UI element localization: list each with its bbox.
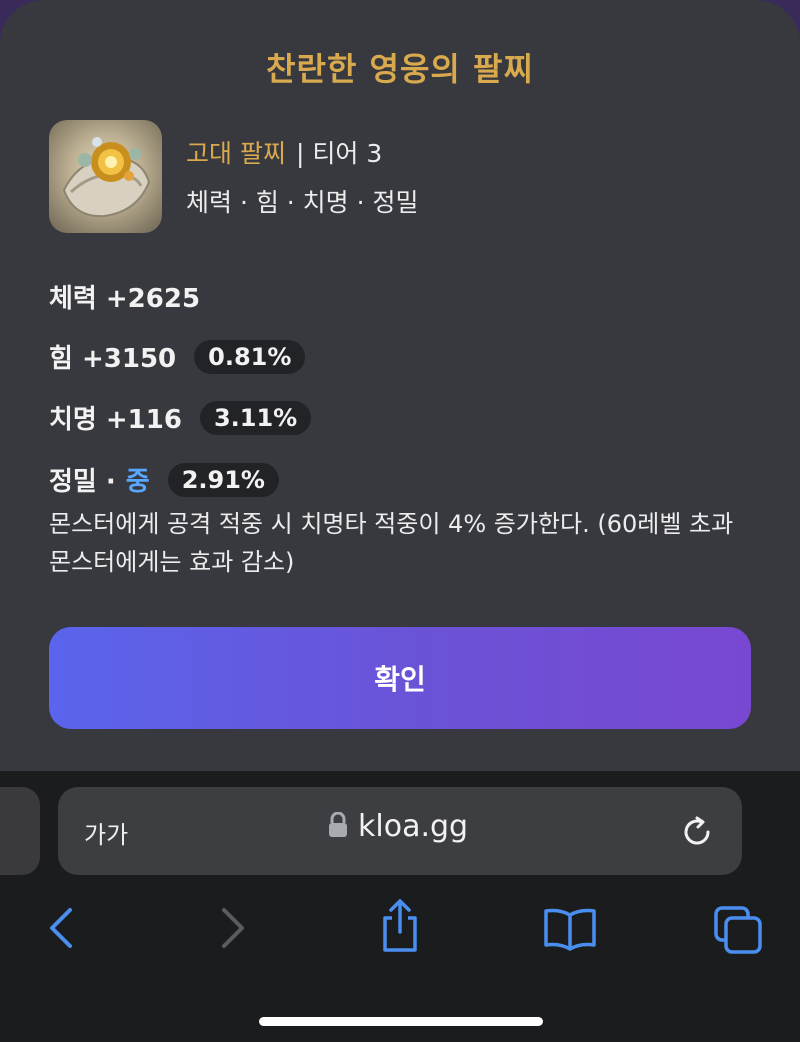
effect-description: 몬스터에게 공격 적중 시 치명타 적중이 4% 증가한다. (60레벨 초과 … — [49, 510, 734, 576]
stat-level: 중 — [125, 467, 150, 497]
lock-icon — [328, 811, 348, 842]
stat-line-precision: 정밀 · 중 2.91% — [49, 461, 279, 498]
previous-tab-preview[interactable] — [0, 787, 40, 875]
stat-label: 체력 +2625 — [49, 284, 201, 314]
url-display[interactable]: kloa.gg — [328, 809, 468, 844]
text-size-button[interactable]: 가가 — [84, 815, 128, 850]
stat-label: 정밀 · — [49, 467, 116, 497]
item-stat-summary: 체력 · 힘 · 치명 · 정밀 — [186, 188, 419, 217]
stat-line-vitality: 체력 +2625 — [49, 278, 200, 315]
tabs-icon[interactable] — [712, 904, 764, 960]
bookmarks-icon[interactable] — [542, 907, 598, 955]
confirm-button[interactable]: 확인 — [49, 627, 751, 729]
bracelet-item-icon — [49, 120, 162, 233]
back-icon[interactable] — [44, 904, 76, 956]
address-bar[interactable]: 가가 kloa.gg — [58, 787, 742, 875]
home-indicator — [259, 1017, 543, 1026]
stat-percent-badge: 2.91% — [167, 462, 279, 497]
stat-label: 힘 +3150 — [49, 344, 177, 374]
item-tier: | 티어 3 — [296, 139, 383, 168]
stat-line-strength: 힘 +3150 0.81% — [49, 338, 306, 375]
stat-percent-badge: 3.11% — [199, 400, 312, 435]
forward-icon[interactable] — [218, 904, 250, 956]
modal-title: 찬란한 영웅의 팔찌 — [266, 50, 534, 88]
item-grade: 고대 팔찌 — [186, 139, 286, 168]
share-icon[interactable] — [378, 898, 422, 958]
stat-percent-badge: 0.81% — [194, 339, 306, 374]
reload-icon[interactable] — [680, 815, 714, 853]
url-text: kloa.gg — [358, 809, 469, 844]
safari-bottom-bar: 가가 kloa.gg — [0, 771, 800, 1042]
stat-label: 치명 +116 — [49, 405, 182, 435]
stat-line-crit: 치명 +116 3.11% — [49, 399, 312, 436]
item-detail-modal: 찬란한 영웅의 팔찌 고대 팔찌 | 티어 3 체력 · 힘 · 치명 · 정밀… — [0, 0, 800, 800]
